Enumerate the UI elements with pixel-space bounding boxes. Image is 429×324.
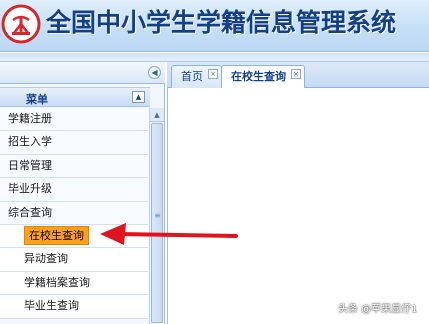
sidebar-collapse-bar: ◀ [0, 62, 165, 84]
menu-item-comprehensive-query[interactable]: 综合查询 [0, 201, 148, 225]
header-band [0, 53, 429, 62]
tab-content-area [167, 88, 429, 324]
tab-strip: 首页 × 在校生查询 × [167, 62, 429, 89]
menu-item-label: 招生入学 [8, 135, 52, 149]
menu-item-label: 日常管理 [8, 158, 52, 172]
menu-list: 学籍注册 招生入学 日常管理 毕业升级 综合查询 在校生查询 异动查询 学籍档案… [0, 108, 148, 319]
menu-header[interactable]: 菜单 ▲ [0, 87, 150, 107]
left-sidebar: ◀ 菜单 ▲ 学籍注册 招生入学 日常管理 毕业升级 综合查询 在校生查询 异动… [0, 62, 165, 324]
menu-item-label: 毕业生查询 [24, 299, 79, 313]
sidebar-scrollbar[interactable]: ▲ ≡ [149, 108, 164, 324]
menu-item-transfer-query[interactable]: 异动查询 [0, 248, 148, 272]
menu-item-label: 毕业升级 [8, 182, 52, 196]
menu-item-label: 异动查询 [24, 252, 68, 266]
close-icon[interactable]: × [291, 69, 301, 79]
scroll-up-icon[interactable]: ▲ [150, 108, 164, 122]
menu-item-label: 学籍注册 [8, 112, 52, 125]
main-content: 首页 × 在校生查询 × [167, 62, 429, 324]
tab-label: 首页 [181, 70, 203, 83]
tab-label: 在校生查询 [231, 70, 286, 83]
tab-home[interactable]: 首页 × [171, 65, 222, 88]
menu-item-daily-management[interactable]: 日常管理 [0, 154, 148, 179]
menu-item-student-registration[interactable]: 学籍注册 [0, 108, 148, 132]
close-icon[interactable]: × [208, 69, 218, 79]
menu-item-label: 综合查询 [8, 205, 52, 219]
grip-icon: ≡ [154, 211, 161, 220]
collapse-left-icon[interactable]: ◀ [148, 66, 161, 79]
menu-item-record-query[interactable]: 学籍档案查询 [0, 271, 148, 296]
app-header: 全国中小学生学籍信息管理系统 [0, 0, 429, 52]
menu-header-label: 菜单 [26, 93, 48, 106]
scrollbar-thumb[interactable]: ≡ [151, 123, 163, 323]
menu-item-enrolled-student-query[interactable]: 在校生查询 [0, 224, 148, 249]
collapse-up-icon[interactable]: ▲ [132, 91, 145, 103]
app-title: 全国中小学生学籍信息管理系统 [46, 8, 397, 37]
school-logo-icon [1, 4, 41, 44]
watermark-text: 头条 @苹果显仔1 [338, 304, 418, 315]
menu-item-graduate-query[interactable]: 毕业生查询 [0, 295, 148, 319]
menu-item-label: 学籍档案查询 [24, 275, 90, 289]
menu-item-enrollment[interactable]: 招生入学 [0, 131, 148, 155]
tab-enrolled-student-query[interactable]: 在校生查询 × [221, 65, 305, 89]
menu-item-graduation-promotion[interactable]: 毕业升级 [0, 178, 148, 202]
menu-item-label: 在校生查询 [24, 225, 89, 245]
